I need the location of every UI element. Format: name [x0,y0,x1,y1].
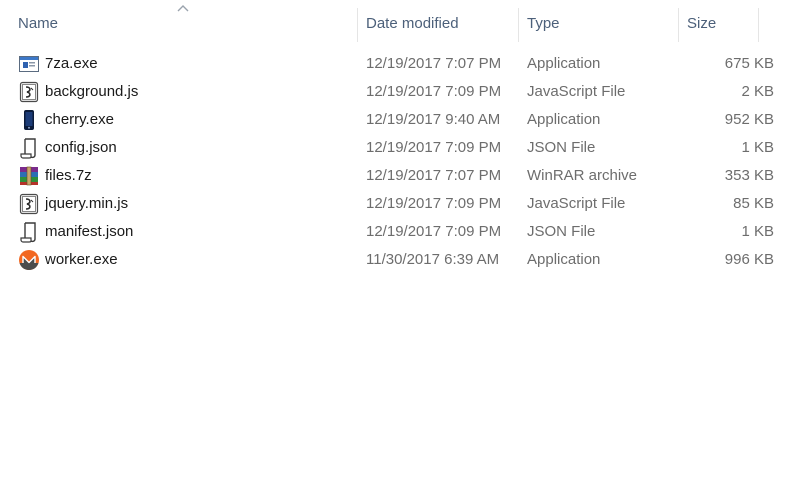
file-type: Application [527,55,601,72]
file-size: 1 KB [741,223,774,240]
file-date-modified: 11/30/2017 6:39 AM [366,251,500,268]
file-size: 1 KB [741,139,774,156]
file-row[interactable]: config.json 12/19/2017 7:09 PM JSON File… [0,134,794,162]
column-header-type-label: Type [527,15,560,32]
column-divider[interactable] [758,8,759,42]
file-row[interactable]: cherry.exe 12/19/2017 9:40 AM Applicatio… [0,106,794,134]
file-row[interactable]: worker.exe 11/30/2017 6:39 AM Applicatio… [0,246,794,274]
file-size: 952 KB [724,111,774,128]
json-file-icon [18,221,40,243]
json-file-icon [18,137,40,159]
javascript-file-icon [18,193,40,215]
file-name: config.json [45,139,117,156]
file-name: files.7z [45,167,92,184]
column-divider[interactable] [678,8,679,42]
file-name: worker.exe [45,251,118,268]
column-header-date-modified[interactable]: Date modified [366,0,516,48]
file-name: 7za.exe [45,55,98,72]
file-row[interactable]: background.js 12/19/2017 7:09 PM JavaScr… [0,78,794,106]
file-name: manifest.json [45,223,134,240]
column-divider[interactable] [518,8,519,42]
file-date-modified: 12/19/2017 7:07 PM [366,167,502,184]
file-date-modified: 12/19/2017 9:40 AM [366,111,501,128]
column-header-name-label: Name [18,15,59,32]
file-row[interactable]: jquery.min.js 12/19/2017 7:09 PM JavaScr… [0,190,794,218]
javascript-file-icon [18,81,40,103]
file-type: JavaScript File [527,83,626,100]
file-name: background.js [45,83,139,100]
file-size: 85 KB [733,195,774,212]
file-row[interactable]: manifest.json 12/19/2017 7:09 PM JSON Fi… [0,218,794,246]
file-type: JSON File [527,139,596,156]
file-list: 7za.exe 12/19/2017 7:07 PM Application 6… [0,50,794,274]
column-divider[interactable] [357,8,358,42]
file-type: JavaScript File [527,195,626,212]
monero-app-icon [18,249,40,271]
file-size: 353 KB [724,167,774,184]
file-type: Application [527,251,601,268]
file-name: jquery.min.js [45,195,129,212]
file-row[interactable]: files.7z 12/19/2017 7:07 PM WinRAR archi… [0,162,794,190]
file-type: JSON File [527,223,596,240]
file-size: 2 KB [741,83,774,100]
file-type: WinRAR archive [527,167,638,184]
file-date-modified: 12/19/2017 7:09 PM [366,195,502,212]
file-explorer-list: Name Date modified Type Size 7za.exe 12/… [0,0,794,500]
column-header-bar: Name Date modified Type Size [0,0,794,48]
column-header-size[interactable]: Size [687,0,757,48]
file-name: cherry.exe [45,111,114,128]
file-date-modified: 12/19/2017 7:09 PM [366,83,502,100]
file-date-modified: 12/19/2017 7:07 PM [366,55,502,72]
column-header-type[interactable]: Type [527,0,677,48]
file-date-modified: 12/19/2017 7:09 PM [366,223,502,240]
file-date-modified: 12/19/2017 7:09 PM [366,139,502,156]
console-app-icon [18,53,40,75]
column-header-date-label: Date modified [366,15,459,32]
column-header-size-label: Size [687,15,717,32]
file-size: 996 KB [724,251,774,268]
column-header-name[interactable]: Name [18,0,356,48]
cherry-app-icon [18,109,40,131]
file-row[interactable]: 7za.exe 12/19/2017 7:07 PM Application 6… [0,50,794,78]
file-type: Application [527,111,601,128]
file-size: 675 KB [724,55,774,72]
winrar-archive-icon [18,165,40,187]
